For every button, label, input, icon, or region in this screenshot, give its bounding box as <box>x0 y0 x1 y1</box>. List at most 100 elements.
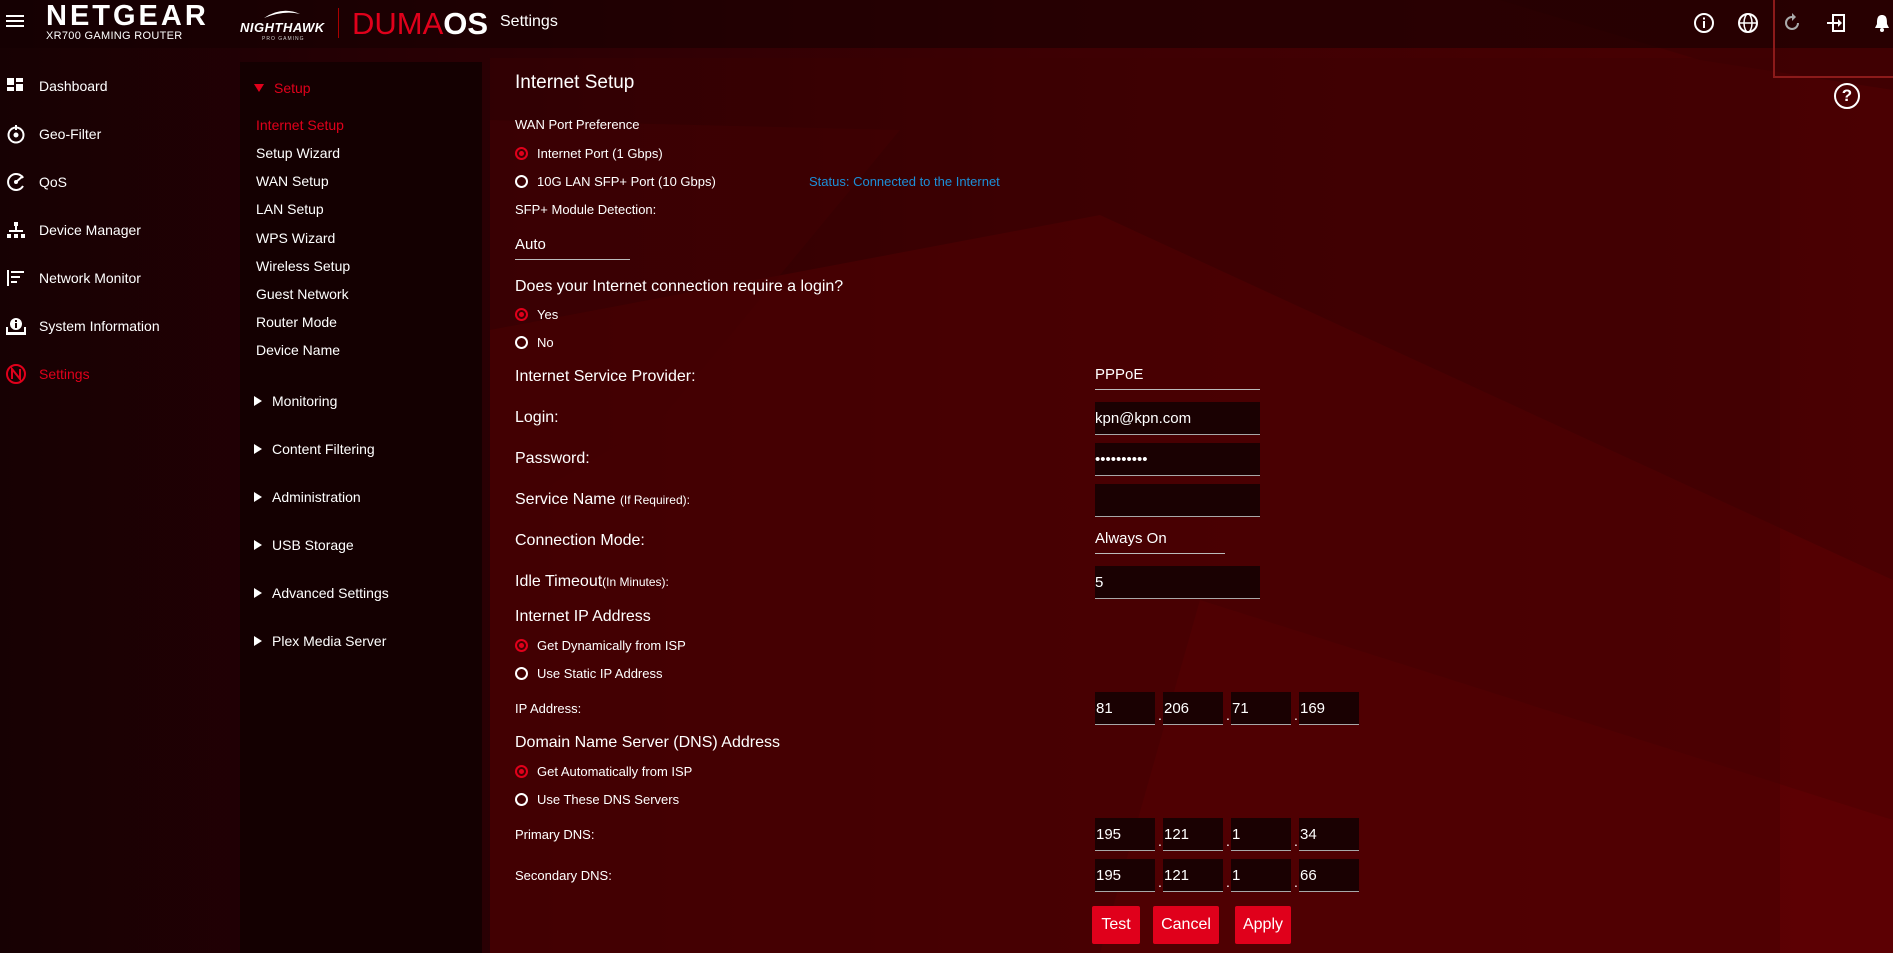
ip-separator: . <box>1226 874 1230 890</box>
bell-icon[interactable] <box>1871 12 1893 34</box>
radio-dot <box>515 793 528 806</box>
service-name-input[interactable] <box>1095 484 1260 517</box>
radio-dns-manual[interactable]: Use These DNS Servers <box>515 792 679 807</box>
dashboard-icon <box>5 75 27 97</box>
settings-icon <box>5 363 27 385</box>
nav-item-system-information[interactable]: System Information <box>0 302 222 350</box>
submenu-item-guest-network[interactable]: Guest Network <box>256 286 349 302</box>
globe-icon[interactable] <box>1737 12 1759 34</box>
radio-dot <box>515 336 528 349</box>
router-model: XR700 GAMING ROUTER <box>46 30 183 42</box>
ip-octet-1[interactable]: 81 <box>1095 692 1155 725</box>
primary-dns-octet-3[interactable]: 1 <box>1231 818 1291 851</box>
refresh-icon[interactable] <box>1781 12 1803 34</box>
submenu-item-wireless-setup[interactable]: Wireless Setup <box>256 258 350 274</box>
radio-login-no[interactable]: No <box>515 335 554 350</box>
nav-item-device-manager[interactable]: Device Manager <box>0 206 222 254</box>
ip-address-label: IP Address: <box>515 701 582 716</box>
connection-status: Status: Connected to the Internet <box>809 174 1000 189</box>
dumaos-logo: DUMAOS <box>352 6 489 41</box>
radio-ip-static[interactable]: Use Static IP Address <box>515 666 663 681</box>
submenu-administration-toggle[interactable]: Administration <box>254 487 361 507</box>
nav-item-dashboard[interactable]: Dashboard <box>0 62 222 110</box>
submenu-advanced-settings-toggle[interactable]: Advanced Settings <box>254 583 389 603</box>
ip-separator: . <box>1158 833 1162 849</box>
idle-timeout-input[interactable]: 5 <box>1095 566 1260 599</box>
submenu-item-wps-wizard[interactable]: WPS Wizard <box>256 230 335 246</box>
ip-separator: . <box>1226 833 1230 849</box>
ip-octet-2[interactable]: 206 <box>1163 692 1223 725</box>
qos-icon <box>5 171 27 193</box>
internet-setup-form: Internet Setup WAN Port Preference Inter… <box>498 58 1768 953</box>
secondary-dns-octet-1[interactable]: 195 <box>1095 859 1155 892</box>
nav-label: Settings <box>39 366 90 382</box>
nav-label: Network Monitor <box>39 270 141 286</box>
submenu-item-lan-setup[interactable]: LAN Setup <box>256 201 324 217</box>
device-manager-icon <box>5 219 27 241</box>
radio-sfp-port[interactable]: 10G LAN SFP+ Port (10 Gbps) <box>515 174 716 189</box>
nighthawk-sub: PRO GAMING <box>262 36 305 42</box>
secondary-dns-octet-3[interactable]: 1 <box>1231 859 1291 892</box>
secondary-dns-label: Secondary DNS: <box>515 868 612 883</box>
submenu-item-internet-setup[interactable]: Internet Setup <box>256 117 344 133</box>
header-divider <box>338 8 339 38</box>
password-input[interactable]: •••••••••• <box>1095 443 1260 476</box>
service-name-label: Service Name (If Required): <box>515 491 690 508</box>
radio-dot <box>515 765 528 778</box>
network-monitor-icon <box>5 267 27 289</box>
primary-dns-octet-4[interactable]: 34 <box>1299 818 1359 851</box>
cancel-button[interactable]: Cancel <box>1153 906 1219 944</box>
submenu-item-wan-setup[interactable]: WAN Setup <box>256 173 329 189</box>
sfp-detection-label: SFP+ Module Detection: <box>515 202 657 217</box>
nav-item-settings[interactable]: Settings <box>0 350 222 398</box>
submenu-item-setup-wizard[interactable]: Setup Wizard <box>256 145 340 161</box>
login-input[interactable]: kpn@kpn.com <box>1095 402 1260 435</box>
ip-separator: . <box>1294 833 1298 849</box>
apply-button[interactable]: Apply <box>1235 906 1291 944</box>
connection-mode-select[interactable]: Always On <box>1095 526 1225 554</box>
radio-dot <box>515 308 528 321</box>
logout-icon[interactable] <box>1825 12 1847 34</box>
nav-item-qos[interactable]: QoS <box>0 158 222 206</box>
idle-timeout-label: Idle Timeout(In Minutes): <box>515 573 669 590</box>
hamburger-menu-icon[interactable] <box>6 12 24 28</box>
nav-item-network-monitor[interactable]: Network Monitor <box>0 254 222 302</box>
system-info-icon <box>5 315 27 337</box>
isp-label: Internet Service Provider: <box>515 368 696 385</box>
help-icon[interactable]: ? <box>1834 83 1860 109</box>
radio-internet-port[interactable]: Internet Port (1 Gbps) <box>515 146 663 161</box>
submenu-item-router-mode[interactable]: Router Mode <box>256 314 337 330</box>
primary-dns-octet-1[interactable]: 195 <box>1095 818 1155 851</box>
submenu-plex-media-server-toggle[interactable]: Plex Media Server <box>254 631 386 651</box>
sfp-detection-select[interactable]: Auto <box>515 232 630 260</box>
primary-dns-octet-2[interactable]: 121 <box>1163 818 1223 851</box>
submenu-usb-storage-toggle[interactable]: USB Storage <box>254 535 354 555</box>
top-bar: NETGEAR XR700 GAMING ROUTER NIGHTHAWK PR… <box>0 0 1893 78</box>
radio-ip-dynamic[interactable]: Get Dynamically from ISP <box>515 638 686 653</box>
secondary-dns-octet-4[interactable]: 66 <box>1299 859 1359 892</box>
submenu-monitoring-toggle[interactable]: Monitoring <box>254 391 337 411</box>
submenu-content-filtering-toggle[interactable]: Content Filtering <box>254 439 375 459</box>
radio-login-yes[interactable]: Yes <box>515 307 558 322</box>
submenu-item-device-name[interactable]: Device Name <box>256 342 340 358</box>
nav-label: Dashboard <box>39 78 108 94</box>
caret-right-icon <box>254 396 262 406</box>
secondary-dns-octet-2[interactable]: 121 <box>1163 859 1223 892</box>
primary-dns-label: Primary DNS: <box>515 827 595 842</box>
radio-dns-auto[interactable]: Get Automatically from ISP <box>515 764 692 779</box>
ip-octet-3[interactable]: 71 <box>1231 692 1291 725</box>
test-button[interactable]: Test <box>1092 906 1140 944</box>
geo-filter-icon <box>5 123 27 145</box>
password-label: Password: <box>515 450 590 467</box>
info-icon[interactable] <box>1693 12 1715 34</box>
isp-select[interactable]: PPPoE <box>1095 362 1260 390</box>
submenu-setup-toggle[interactable]: Setup <box>254 78 311 98</box>
ip-separator: . <box>1226 707 1230 723</box>
caret-right-icon <box>254 540 262 550</box>
nav-item-geo-filter[interactable]: Geo-Filter <box>0 110 222 158</box>
radio-dot <box>515 175 528 188</box>
brand-logo: NETGEAR <box>46 0 209 32</box>
ip-octet-4[interactable]: 169 <box>1299 692 1359 725</box>
caret-right-icon <box>254 492 262 502</box>
dns-section-title: Domain Name Server (DNS) Address <box>515 734 780 751</box>
